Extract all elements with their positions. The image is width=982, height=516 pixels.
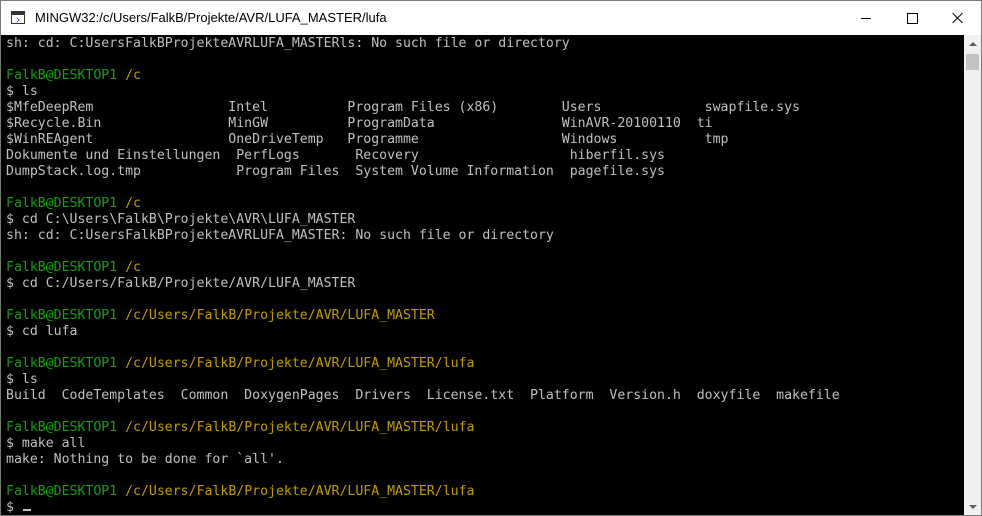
prompt-path: /c/Users/FalkB/Projekte/AVR/LUFA_MASTER/…: [125, 420, 475, 435]
prompt-line: FalkB@DESKTOP1 /c: [6, 196, 840, 212]
vertical-scrollbar[interactable]: [964, 35, 981, 515]
terminal-icon[interactable]: [11, 11, 25, 24]
prompt-path: /c: [125, 196, 141, 211]
prompt-user: FalkB@DESKTOP1: [6, 260, 118, 275]
maximize-icon: [906, 12, 918, 24]
output-line: sh: cd: C:UsersFalkBProjekteAVRLUFA_MAST…: [6, 228, 554, 243]
prompt-path: /c: [125, 260, 141, 275]
prompt-user: FalkB@DESKTOP1: [6, 484, 118, 499]
output-line: Dokumente und Einstellungen PerfLogs Rec…: [6, 148, 665, 163]
scroll-down-arrow-icon: [968, 504, 977, 509]
minimize-icon: [861, 17, 871, 19]
prompt-line: FalkB@DESKTOP1 /c/Users/FalkB/Projekte/A…: [6, 308, 840, 324]
maximize-button[interactable]: [889, 1, 935, 35]
output-line: $WinREAgent OneDriveTemp Programme Windo…: [6, 132, 729, 147]
minimize-button[interactable]: [843, 1, 889, 35]
scroll-up-button[interactable]: [964, 35, 981, 52]
output-line: make: Nothing to be done for `all'.: [6, 452, 284, 467]
input-prompt: $: [6, 500, 22, 515]
prompt-line: FalkB@DESKTOP1 /c: [6, 68, 840, 84]
output-line: sh: cd: C:UsersFalkBProjekteAVRLUFA_MAST…: [6, 36, 570, 51]
close-icon: [952, 12, 964, 24]
output-line: $ cd C:\Users\FalkB\Projekte\AVR\LUFA_MA…: [6, 212, 356, 227]
terminal-lines: sh: cd: C:UsersFalkBProjekteAVRLUFA_MAST…: [6, 36, 840, 515]
prompt-user: FalkB@DESKTOP1: [6, 356, 118, 371]
prompt-line: FalkB@DESKTOP1 /c/Users/FalkB/Projekte/A…: [6, 484, 840, 500]
window-title: MINGW32:/c/Users/FalkB/Projekte/AVR/LUFA…: [35, 10, 387, 25]
close-button[interactable]: [935, 1, 981, 35]
prompt-line: FalkB@DESKTOP1 /c: [6, 260, 840, 276]
prompt-user: FalkB@DESKTOP1: [6, 308, 118, 323]
prompt-line: FalkB@DESKTOP1 /c/Users/FalkB/Projekte/A…: [6, 420, 840, 436]
prompt-user: FalkB@DESKTOP1: [6, 68, 118, 83]
output-line: $MfeDeepRem Intel Program Files (x86) Us…: [6, 100, 800, 115]
output-line: $ ls: [6, 84, 38, 99]
prompt-path: /c/Users/FalkB/Projekte/AVR/LUFA_MASTER/…: [125, 356, 475, 371]
prompt-user: FalkB@DESKTOP1: [6, 420, 118, 435]
output-line: $ cd lufa: [6, 324, 78, 339]
title-bar[interactable]: MINGW32:/c/Users/FalkB/Projekte/AVR/LUFA…: [1, 1, 981, 35]
scroll-thumb[interactable]: [966, 54, 979, 70]
text-cursor: [22, 509, 31, 511]
prompt-user: FalkB@DESKTOP1: [6, 196, 118, 211]
prompt-path: /c/Users/FalkB/Projekte/AVR/LUFA_MASTER/…: [125, 484, 475, 499]
output-line: $ cd C:/Users/FalkB/Projekte/AVR/LUFA_MA…: [6, 276, 356, 291]
terminal-output[interactable]: sh: cd: C:UsersFalkBProjekteAVRLUFA_MAST…: [1, 35, 964, 515]
input-line[interactable]: $: [6, 500, 840, 515]
output-line: $ make all: [6, 436, 86, 451]
scroll-up-arrow-icon: [968, 41, 977, 46]
output-line: $ ls: [6, 372, 38, 387]
prompt-path: /c/Users/FalkB/Projekte/AVR/LUFA_MASTER: [125, 308, 435, 323]
output-line: Build CodeTemplates Common DoxygenPages …: [6, 388, 840, 403]
output-line: DumpStack.log.tmp Program Files System V…: [6, 164, 665, 179]
scroll-down-button[interactable]: [964, 498, 981, 515]
terminal-window: MINGW32:/c/Users/FalkB/Projekte/AVR/LUFA…: [0, 0, 982, 516]
prompt-line: FalkB@DESKTOP1 /c/Users/FalkB/Projekte/A…: [6, 356, 840, 372]
prompt-path: /c: [125, 68, 141, 83]
output-line: $Recycle.Bin MinGW ProgramData WinAVR-20…: [6, 116, 713, 131]
